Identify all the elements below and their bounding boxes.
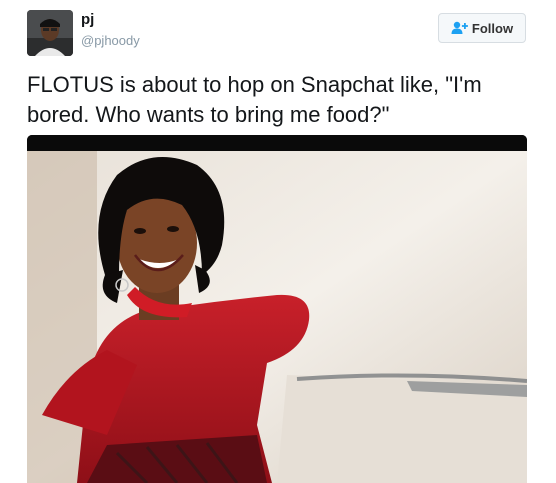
add-user-icon (451, 21, 468, 35)
photo-icon (27, 135, 527, 483)
tweet-text: FLOTUS is about to hop on Snapchat like,… (27, 72, 482, 127)
author-username[interactable]: @pjhoody (81, 33, 140, 49)
follow-button[interactable]: Follow (438, 13, 526, 43)
follow-button-label: Follow (471, 20, 514, 36)
author-display-name[interactable]: pj (81, 11, 94, 29)
avatar-image (27, 10, 73, 56)
avatar[interactable] (27, 10, 73, 56)
tweet-photo[interactable] (27, 135, 527, 483)
